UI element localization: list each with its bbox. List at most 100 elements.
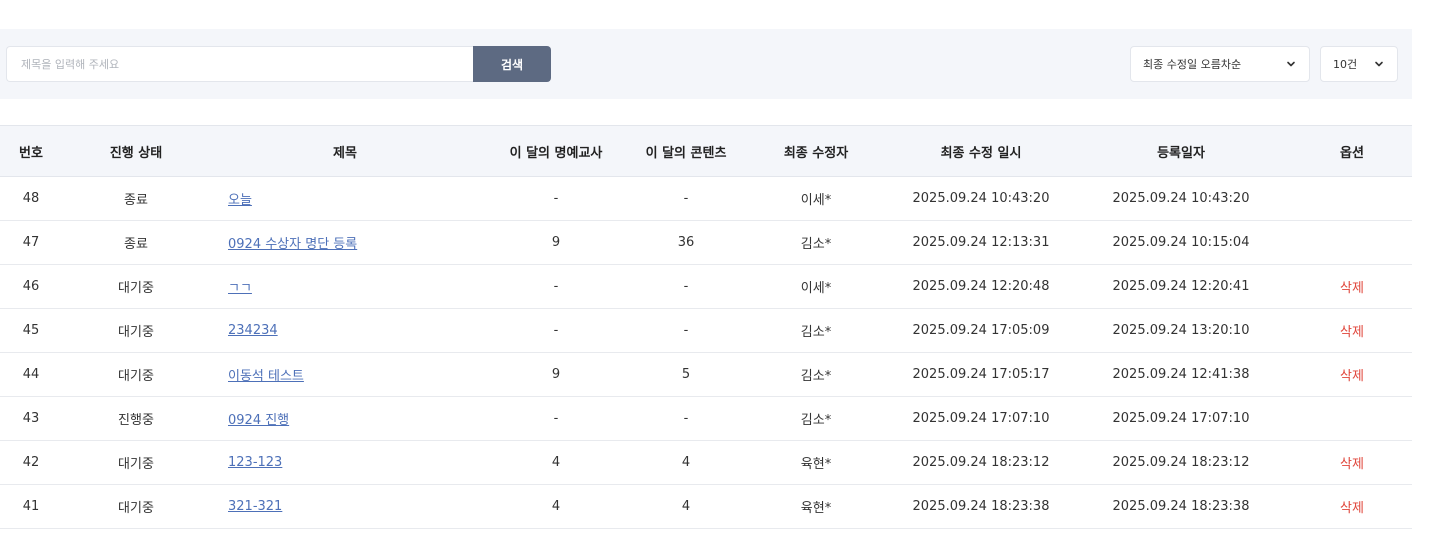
cell-teacher: 9 <box>551 367 561 382</box>
title-link[interactable]: 123-123 <box>228 455 282 470</box>
cell-no: 44 <box>22 367 40 382</box>
column-header-no: 번호 <box>19 145 43 161</box>
delete-button[interactable]: 삭제 <box>1340 325 1364 340</box>
cell-registered: 2025.09.24 18:23:12 <box>1112 455 1250 470</box>
table-row: 41 대기중 321-321 4 4 육현* 2025.09.24 18:23:… <box>0 485 1412 529</box>
cell-modified: 2025.09.24 12:13:31 <box>912 235 1050 250</box>
search-toolbar: 검색 최종 수정일 오름차순 10건 <box>0 29 1412 99</box>
column-header-editor: 최종 수정자 <box>783 145 849 161</box>
cell-no: 41 <box>22 499 40 514</box>
title-link[interactable]: 0924 진행 <box>228 413 289 428</box>
cell-registered: 2025.09.24 13:20:10 <box>1112 323 1250 338</box>
delete-button[interactable]: 삭제 <box>1340 457 1364 472</box>
cell-option: 삭제 <box>1292 485 1412 529</box>
cell-editor: 김소* <box>800 325 832 340</box>
cell-modified: 2025.09.24 17:05:09 <box>912 323 1050 338</box>
status-badge: 대기중 <box>118 281 154 296</box>
table-row: 42 대기중 123-123 4 4 육현* 2025.09.24 18:23:… <box>0 441 1412 485</box>
cell-teacher: 4 <box>551 499 561 514</box>
table-row: 45 대기중 234234 - - 김소* 2025.09.24 17:05:0… <box>0 309 1412 353</box>
cell-teacher: 9 <box>551 235 561 250</box>
cell-registered: 2025.09.24 12:41:38 <box>1112 367 1250 382</box>
cell-title: 0924 진행 <box>210 397 480 441</box>
cell-teacher: - <box>553 411 559 426</box>
title-link[interactable]: 0924 수상자 명단 등록 <box>228 237 357 252</box>
cell-registered: 2025.09.24 10:43:20 <box>1112 191 1250 206</box>
cell-modified: 2025.09.24 12:20:48 <box>912 279 1050 294</box>
cell-no: 46 <box>22 279 40 294</box>
cell-no: 48 <box>22 191 40 206</box>
cell-modified: 2025.09.24 18:23:38 <box>912 499 1050 514</box>
cell-content: - <box>683 279 689 294</box>
cell-editor: 김소* <box>800 369 832 384</box>
title-link[interactable]: 오늘 <box>228 193 252 208</box>
title-link[interactable]: ㄱㄱ <box>228 281 252 296</box>
cell-title: 321-321 <box>210 485 480 529</box>
column-header-content: 이 달의 콘텐츠 <box>645 145 727 161</box>
status-badge: 대기중 <box>118 325 154 340</box>
column-header-status: 진행 상태 <box>109 145 163 161</box>
table-row: 43 진행중 0924 진행 - - 김소* 2025.09.24 17:07:… <box>0 397 1412 441</box>
cell-no: 42 <box>22 455 40 470</box>
cell-registered: 2025.09.24 17:07:10 <box>1112 411 1250 426</box>
cell-content: - <box>683 323 689 338</box>
cell-title: 234234 <box>210 309 480 353</box>
cell-teacher: - <box>553 191 559 206</box>
column-header-registered: 등록일자 <box>1157 145 1205 161</box>
status-badge: 대기중 <box>118 457 154 472</box>
delete-button[interactable]: 삭제 <box>1340 501 1364 516</box>
cell-title: 오늘 <box>210 177 480 221</box>
table-header-row: 번호 진행 상태 제목 이 달의 명예교사 이 달의 콘텐츠 최종 수정자 최종… <box>0 125 1412 177</box>
column-header-option: 옵션 <box>1340 145 1364 161</box>
cell-registered: 2025.09.24 10:15:04 <box>1112 235 1250 250</box>
cell-modified: 2025.09.24 18:23:12 <box>912 455 1050 470</box>
cell-teacher: - <box>553 323 559 338</box>
sort-select-label: 최종 수정일 오름차순 <box>1143 58 1242 71</box>
sort-select[interactable]: 최종 수정일 오름차순 <box>1130 46 1310 82</box>
cell-option: 삭제 <box>1292 353 1412 397</box>
cell-title: ㄱㄱ <box>210 265 480 309</box>
title-link[interactable]: 이동석 테스트 <box>228 369 304 384</box>
status-badge: 대기중 <box>118 501 154 516</box>
cell-title: 0924 수상자 명단 등록 <box>210 221 480 265</box>
cell-registered: 2025.09.24 12:20:41 <box>1112 279 1250 294</box>
title-link[interactable]: 234234 <box>228 323 278 338</box>
cell-modified: 2025.09.24 17:05:17 <box>912 367 1050 382</box>
cell-modified: 2025.09.24 10:43:20 <box>912 191 1050 206</box>
cell-content: 36 <box>677 235 695 250</box>
title-link[interactable]: 321-321 <box>228 499 282 514</box>
cell-option: 삭제 <box>1292 441 1412 485</box>
cell-title: 123-123 <box>210 441 480 485</box>
table-row: 48 종료 오늘 - - 이세* 2025.09.24 10:43:20 202… <box>0 177 1412 221</box>
data-table: 번호 진행 상태 제목 이 달의 명예교사 이 달의 콘텐츠 최종 수정자 최종… <box>0 125 1412 529</box>
chevron-down-icon <box>1373 58 1385 70</box>
search-input[interactable] <box>6 46 473 82</box>
cell-content: 5 <box>681 367 691 382</box>
cell-option <box>1292 221 1412 265</box>
column-header-teacher: 이 달의 명예교사 <box>509 145 603 161</box>
cell-editor: 이세* <box>800 193 832 208</box>
cell-registered: 2025.09.24 18:23:38 <box>1112 499 1250 514</box>
cell-teacher: - <box>553 279 559 294</box>
cell-no: 43 <box>22 411 40 426</box>
delete-button[interactable]: 삭제 <box>1340 369 1364 384</box>
page-size-select-label: 10건 <box>1333 58 1358 71</box>
cell-content: - <box>683 411 689 426</box>
page: 검색 최종 수정일 오름차순 10건 번 <box>0 0 1437 536</box>
table-row: 46 대기중 ㄱㄱ - - 이세* 2025.09.24 12:20:48 20… <box>0 265 1412 309</box>
cell-option <box>1292 177 1412 221</box>
cell-modified: 2025.09.24 17:07:10 <box>912 411 1050 426</box>
search-button[interactable]: 검색 <box>473 46 551 82</box>
cell-editor: 김소* <box>800 237 832 252</box>
cell-editor: 육현* <box>800 457 832 472</box>
delete-button[interactable]: 삭제 <box>1340 281 1364 296</box>
cell-teacher: 4 <box>551 455 561 470</box>
cell-no: 47 <box>22 235 40 250</box>
page-size-select[interactable]: 10건 <box>1320 46 1398 82</box>
cell-no: 45 <box>22 323 40 338</box>
table-row: 44 대기중 이동석 테스트 9 5 김소* 2025.09.24 17:05:… <box>0 353 1412 397</box>
cell-option <box>1292 397 1412 441</box>
column-header-title: 제목 <box>333 145 357 161</box>
cell-content: 4 <box>681 499 691 514</box>
cell-title: 이동석 테스트 <box>210 353 480 397</box>
